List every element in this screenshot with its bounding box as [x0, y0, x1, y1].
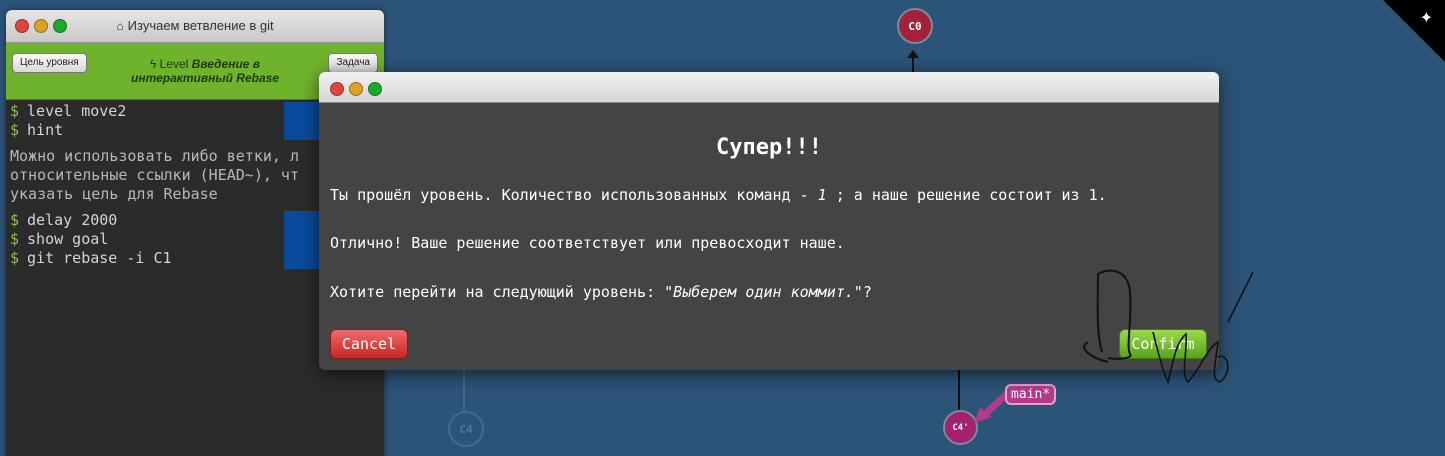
- terminal-titlebar: ⌂ Изучаем ветвление в git: [6, 10, 384, 43]
- goal-button[interactable]: Цель уровня: [12, 53, 87, 73]
- minimize-window-button[interactable]: [349, 82, 363, 96]
- window-controls: [330, 82, 382, 96]
- home-icon: ⌂: [116, 19, 124, 33]
- commit-node-c0[interactable]: C0: [897, 8, 933, 44]
- octocat-icon[interactable]: ✦: [1420, 8, 1433, 27]
- commit-node-c4[interactable]: C4: [448, 411, 484, 447]
- task-button[interactable]: Задача: [328, 53, 378, 73]
- result-message: Ты прошёл уровень. Количество использова…: [330, 186, 1107, 204]
- dialog-heading: Супер!!!: [716, 135, 822, 160]
- dialog-titlebar: [319, 72, 1219, 103]
- branch-label-main[interactable]: main*: [1005, 384, 1057, 405]
- handwritten-signature: [1083, 269, 1254, 385]
- ghost-edge: [463, 368, 465, 413]
- level-name: ϟ Level Введение в интерактивный Rebase: [131, 57, 279, 85]
- dialog-body: Супер!!! Ты прошёл уровень. Количество и…: [319, 135, 1219, 359]
- edge-arrow: [907, 50, 919, 58]
- commit-edge: [958, 370, 960, 410]
- lightning-icon: ϟ: [149, 57, 157, 71]
- praise-message: Отлично! Ваше решение соответствует или …: [330, 234, 845, 252]
- corner-ribbon[interactable]: [1383, 0, 1445, 62]
- terminal-title: ⌂ Изучаем ветвление в git: [116, 18, 274, 33]
- next-level-question: Хотите перейти на следующий уровень: "Вы…: [330, 283, 872, 301]
- cancel-button[interactable]: Cancel: [330, 329, 408, 359]
- maximize-window-button[interactable]: [368, 82, 382, 96]
- close-window-button[interactable]: [330, 82, 344, 96]
